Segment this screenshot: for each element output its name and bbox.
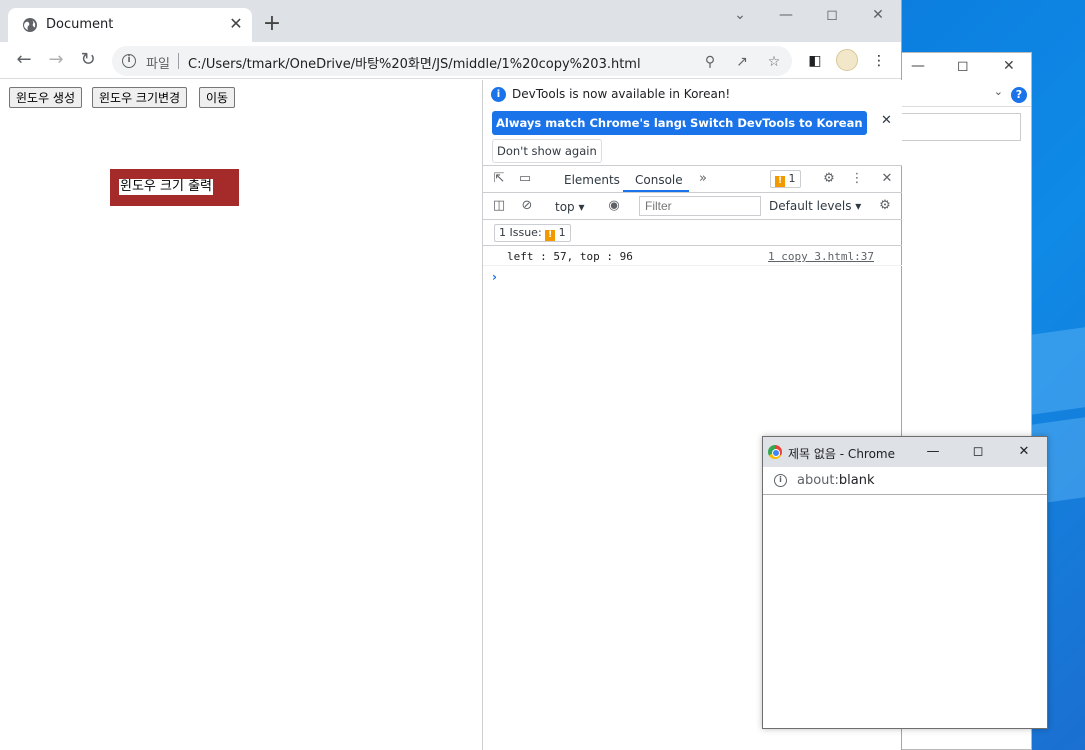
page-content: 윈도우 생성 윈도우 크기변경 이동 윈도우 크기 출력 bbox=[0, 80, 482, 750]
close-icon[interactable]: ✕ bbox=[881, 113, 892, 128]
zoom-icon[interactable]: ⚲ bbox=[700, 52, 720, 72]
issue-flag-icon: ! bbox=[545, 230, 556, 241]
popup-title: 제목 없음 - Chrome bbox=[788, 447, 896, 461]
sidebar-toggle-icon[interactable]: ◫ bbox=[489, 196, 509, 216]
help-icon[interactable]: ? bbox=[1011, 87, 1027, 103]
clear-console-icon[interactable]: ⊘ bbox=[517, 196, 537, 216]
url-separator bbox=[178, 53, 179, 69]
tab-console[interactable]: Console bbox=[635, 173, 683, 187]
inspect-element-icon[interactable]: ⇱ bbox=[489, 169, 509, 189]
background-window-toolbar: ⌄ ? bbox=[881, 81, 1031, 107]
log-levels-label: Default levels bbox=[769, 199, 852, 213]
move-window-button[interactable]: 이동 bbox=[199, 87, 236, 108]
side-panel-icon[interactable]: ◧ bbox=[804, 50, 826, 72]
popup-titlebar: 제목 없음 - Chrome — ◻ ✕ bbox=[763, 437, 1047, 467]
devtools-tab-bar: ⇱ ▭ Elements Console » ! 1 ⚙ ⋮ ✕ bbox=[483, 166, 902, 193]
create-window-button[interactable]: 윈도우 생성 bbox=[9, 87, 83, 108]
issues-counter[interactable]: ! 1 bbox=[770, 170, 801, 188]
infobar-message: DevTools is now available in Korean! bbox=[512, 87, 731, 101]
issues-bar: 1 Issue: ! 1 bbox=[483, 220, 902, 246]
context-label: top bbox=[555, 200, 575, 214]
tab-title: Document bbox=[46, 17, 114, 32]
url-text[interactable]: C:/Users/tmark/OneDrive/바탕%20화면/JS/middl… bbox=[188, 53, 641, 72]
popup-window: 제목 없음 - Chrome — ◻ ✕ i about:blank bbox=[762, 436, 1048, 729]
new-tab-button[interactable]: + bbox=[260, 12, 284, 36]
resize-window-button[interactable]: 윈도우 크기변경 bbox=[92, 87, 188, 108]
more-tabs-icon[interactable]: » bbox=[693, 169, 713, 189]
console-filter-input[interactable] bbox=[639, 196, 761, 216]
info-icon: i bbox=[491, 87, 506, 102]
issues-count: 1 bbox=[788, 172, 796, 185]
console-toolbar: ◫ ⊘ top ▾ ◉ Default levels ▾ ⚙ bbox=[483, 193, 902, 220]
log-message[interactable]: left : 57, top : 96 bbox=[507, 250, 633, 263]
dont-show-again-button[interactable]: Don't show again bbox=[492, 139, 602, 163]
switch-korean-button[interactable]: Switch DevTools to Korean bbox=[686, 111, 867, 135]
match-language-button[interactable]: Always match Chrome's language bbox=[492, 111, 718, 135]
minimize-icon[interactable]: — bbox=[911, 58, 925, 74]
share-icon[interactable]: ↗ bbox=[732, 52, 752, 72]
background-window-field[interactable] bbox=[901, 113, 1021, 141]
minimize-icon[interactable]: — bbox=[771, 4, 801, 26]
devtools-menu-icon[interactable]: ⋮ bbox=[847, 169, 867, 189]
window-size-output: 윈도우 크기 출력 bbox=[110, 169, 239, 206]
issue-flag-icon: ! bbox=[775, 176, 785, 187]
maximize-icon[interactable]: ◻ bbox=[967, 442, 989, 462]
chevron-down-icon[interactable]: ⌄ bbox=[994, 85, 1003, 98]
bookmark-star-icon[interactable]: ☆ bbox=[764, 52, 784, 72]
popup-address-bar[interactable]: i about:blank bbox=[763, 467, 1047, 495]
background-window-titlebar: — ◻ ✕ bbox=[881, 53, 1031, 81]
minimize-icon[interactable]: — bbox=[922, 442, 944, 462]
back-icon[interactable]: ← bbox=[12, 48, 36, 72]
close-icon[interactable]: ✕ bbox=[1013, 442, 1035, 462]
live-expression-eye-icon[interactable]: ◉ bbox=[604, 196, 624, 216]
url-scheme: 파일 bbox=[146, 57, 170, 72]
popup-url: about:blank bbox=[797, 473, 875, 488]
close-icon[interactable]: ✕ bbox=[1003, 58, 1015, 74]
info-icon[interactable]: i bbox=[122, 54, 136, 68]
address-bar[interactable]: i 파일 C:/Users/tmark/OneDrive/바탕%20화면/JS/… bbox=[112, 46, 792, 76]
issues-link[interactable]: 1 Issue: ! 1 bbox=[494, 224, 571, 242]
tab-elements[interactable]: Elements bbox=[564, 173, 620, 187]
log-source-link[interactable]: 1 copy 3.html:37 bbox=[768, 250, 874, 263]
close-devtools-icon[interactable]: ✕ bbox=[877, 169, 897, 189]
popup-url-scheme: about: bbox=[797, 473, 839, 488]
device-toolbar-icon[interactable]: ▭ bbox=[515, 169, 535, 189]
console-prompt[interactable]: › bbox=[492, 270, 497, 284]
chevron-down-icon: ▾ bbox=[578, 200, 585, 214]
profile-avatar[interactable] bbox=[836, 49, 858, 71]
close-icon[interactable]: ✕ bbox=[863, 4, 893, 26]
window-size-output-text: 윈도우 크기 출력 bbox=[119, 179, 213, 195]
tab-document[interactable]: Document ✕ bbox=[8, 8, 252, 42]
menu-icon[interactable]: ⋮ bbox=[868, 50, 890, 72]
globe-icon bbox=[23, 18, 37, 32]
browser-toolbar: ← → ↻ i 파일 C:/Users/tmark/OneDrive/바탕%20… bbox=[0, 42, 901, 79]
maximize-icon[interactable]: ◻ bbox=[957, 58, 969, 74]
tab-strip: Document ✕ + ⌄ — ◻ ✕ bbox=[0, 0, 901, 42]
reload-icon[interactable]: ↻ bbox=[76, 48, 100, 72]
log-levels-dropdown[interactable]: Default levels ▾ bbox=[769, 199, 861, 213]
forward-icon[interactable]: → bbox=[44, 48, 68, 72]
context-selector[interactable]: top ▾ bbox=[555, 200, 585, 214]
chevron-down-icon: ▾ bbox=[855, 199, 862, 213]
popup-url-path: blank bbox=[838, 473, 875, 488]
chrome-logo-icon bbox=[768, 445, 782, 459]
maximize-icon[interactable]: ◻ bbox=[817, 4, 847, 26]
active-tab-indicator bbox=[623, 190, 689, 192]
console-settings-icon[interactable]: ⚙ bbox=[875, 196, 895, 216]
devtools-language-infobar: i DevTools is now available in Korean! A… bbox=[483, 80, 902, 166]
info-icon[interactable]: i bbox=[774, 474, 787, 487]
issues-badge-count: 1 bbox=[558, 226, 566, 239]
settings-icon[interactable]: ⚙ bbox=[819, 169, 839, 189]
tab-search-icon[interactable]: ⌄ bbox=[725, 4, 755, 26]
issues-label: 1 Issue: bbox=[499, 226, 542, 239]
console-log-row: left : 57, top : 96 1 copy 3.html:37 bbox=[483, 246, 902, 266]
tab-close-icon[interactable]: ✕ bbox=[226, 14, 246, 34]
